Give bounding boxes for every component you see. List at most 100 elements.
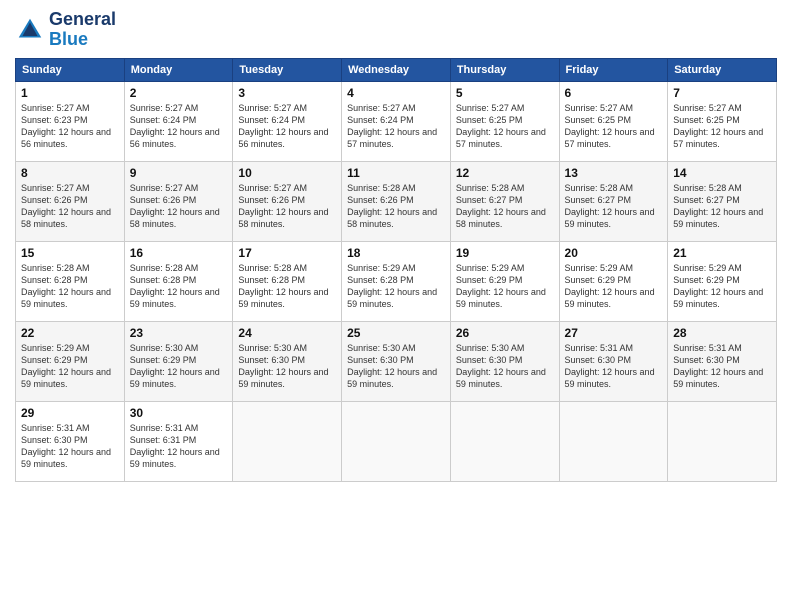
day-info: Sunrise: 5:30 AM Sunset: 6:29 PM Dayligh… [130, 342, 228, 391]
calendar-cell: 26 Sunrise: 5:30 AM Sunset: 6:30 PM Dayl… [450, 321, 559, 401]
day-info: Sunrise: 5:27 AM Sunset: 6:25 PM Dayligh… [673, 102, 771, 151]
day-number: 4 [347, 86, 445, 100]
page: General Blue SundayMondayTuesdayWednesda… [0, 0, 792, 612]
calendar-cell: 25 Sunrise: 5:30 AM Sunset: 6:30 PM Dayl… [342, 321, 451, 401]
day-number: 9 [130, 166, 228, 180]
day-number: 20 [565, 246, 663, 260]
day-info: Sunrise: 5:31 AM Sunset: 6:31 PM Dayligh… [130, 422, 228, 471]
logo-icon [15, 15, 45, 45]
day-number: 23 [130, 326, 228, 340]
day-number: 10 [238, 166, 336, 180]
calendar-cell: 16 Sunrise: 5:28 AM Sunset: 6:28 PM Dayl… [124, 241, 233, 321]
calendar-cell: 5 Sunrise: 5:27 AM Sunset: 6:25 PM Dayli… [450, 81, 559, 161]
day-number: 15 [21, 246, 119, 260]
day-number: 19 [456, 246, 554, 260]
day-info: Sunrise: 5:27 AM Sunset: 6:25 PM Dayligh… [565, 102, 663, 151]
calendar-cell [450, 401, 559, 481]
day-info: Sunrise: 5:27 AM Sunset: 6:24 PM Dayligh… [238, 102, 336, 151]
day-number: 30 [130, 406, 228, 420]
day-info: Sunrise: 5:27 AM Sunset: 6:26 PM Dayligh… [238, 182, 336, 231]
day-info: Sunrise: 5:28 AM Sunset: 6:27 PM Dayligh… [565, 182, 663, 231]
day-info: Sunrise: 5:29 AM Sunset: 6:29 PM Dayligh… [565, 262, 663, 311]
calendar-cell: 14 Sunrise: 5:28 AM Sunset: 6:27 PM Dayl… [668, 161, 777, 241]
day-number: 5 [456, 86, 554, 100]
day-number: 2 [130, 86, 228, 100]
calendar-cell: 27 Sunrise: 5:31 AM Sunset: 6:30 PM Dayl… [559, 321, 668, 401]
calendar-cell [342, 401, 451, 481]
calendar-cell: 22 Sunrise: 5:29 AM Sunset: 6:29 PM Dayl… [16, 321, 125, 401]
day-number: 16 [130, 246, 228, 260]
header: General Blue [15, 10, 777, 50]
day-info: Sunrise: 5:30 AM Sunset: 6:30 PM Dayligh… [238, 342, 336, 391]
calendar-cell: 12 Sunrise: 5:28 AM Sunset: 6:27 PM Dayl… [450, 161, 559, 241]
day-number: 12 [456, 166, 554, 180]
calendar-cell: 28 Sunrise: 5:31 AM Sunset: 6:30 PM Dayl… [668, 321, 777, 401]
day-info: Sunrise: 5:30 AM Sunset: 6:30 PM Dayligh… [456, 342, 554, 391]
day-number: 21 [673, 246, 771, 260]
day-info: Sunrise: 5:31 AM Sunset: 6:30 PM Dayligh… [673, 342, 771, 391]
calendar-cell: 29 Sunrise: 5:31 AM Sunset: 6:30 PM Dayl… [16, 401, 125, 481]
calendar-cell: 23 Sunrise: 5:30 AM Sunset: 6:29 PM Dayl… [124, 321, 233, 401]
calendar-cell: 11 Sunrise: 5:28 AM Sunset: 6:26 PM Dayl… [342, 161, 451, 241]
day-number: 14 [673, 166, 771, 180]
calendar-cell: 30 Sunrise: 5:31 AM Sunset: 6:31 PM Dayl… [124, 401, 233, 481]
weekday-header-monday: Monday [124, 58, 233, 81]
calendar-cell: 8 Sunrise: 5:27 AM Sunset: 6:26 PM Dayli… [16, 161, 125, 241]
day-number: 1 [21, 86, 119, 100]
day-info: Sunrise: 5:29 AM Sunset: 6:29 PM Dayligh… [21, 342, 119, 391]
calendar-cell: 4 Sunrise: 5:27 AM Sunset: 6:24 PM Dayli… [342, 81, 451, 161]
calendar-cell: 18 Sunrise: 5:29 AM Sunset: 6:28 PM Dayl… [342, 241, 451, 321]
weekday-header-sunday: Sunday [16, 58, 125, 81]
calendar-cell: 10 Sunrise: 5:27 AM Sunset: 6:26 PM Dayl… [233, 161, 342, 241]
day-info: Sunrise: 5:30 AM Sunset: 6:30 PM Dayligh… [347, 342, 445, 391]
day-info: Sunrise: 5:28 AM Sunset: 6:28 PM Dayligh… [130, 262, 228, 311]
day-info: Sunrise: 5:28 AM Sunset: 6:28 PM Dayligh… [21, 262, 119, 311]
day-number: 29 [21, 406, 119, 420]
day-info: Sunrise: 5:31 AM Sunset: 6:30 PM Dayligh… [565, 342, 663, 391]
calendar-cell: 6 Sunrise: 5:27 AM Sunset: 6:25 PM Dayli… [559, 81, 668, 161]
day-info: Sunrise: 5:28 AM Sunset: 6:26 PM Dayligh… [347, 182, 445, 231]
calendar-cell [233, 401, 342, 481]
weekday-header-saturday: Saturday [668, 58, 777, 81]
day-info: Sunrise: 5:29 AM Sunset: 6:29 PM Dayligh… [456, 262, 554, 311]
day-number: 13 [565, 166, 663, 180]
calendar-cell: 9 Sunrise: 5:27 AM Sunset: 6:26 PM Dayli… [124, 161, 233, 241]
logo: General Blue [15, 10, 116, 50]
day-info: Sunrise: 5:27 AM Sunset: 6:24 PM Dayligh… [130, 102, 228, 151]
logo-text: General Blue [49, 10, 116, 50]
day-info: Sunrise: 5:29 AM Sunset: 6:29 PM Dayligh… [673, 262, 771, 311]
calendar-cell [668, 401, 777, 481]
weekday-header-wednesday: Wednesday [342, 58, 451, 81]
day-info: Sunrise: 5:29 AM Sunset: 6:28 PM Dayligh… [347, 262, 445, 311]
day-number: 3 [238, 86, 336, 100]
calendar-cell: 20 Sunrise: 5:29 AM Sunset: 6:29 PM Dayl… [559, 241, 668, 321]
weekday-header-thursday: Thursday [450, 58, 559, 81]
calendar-cell: 7 Sunrise: 5:27 AM Sunset: 6:25 PM Dayli… [668, 81, 777, 161]
day-number: 18 [347, 246, 445, 260]
day-info: Sunrise: 5:27 AM Sunset: 6:26 PM Dayligh… [130, 182, 228, 231]
weekday-header-friday: Friday [559, 58, 668, 81]
day-info: Sunrise: 5:27 AM Sunset: 6:23 PM Dayligh… [21, 102, 119, 151]
calendar-cell: 3 Sunrise: 5:27 AM Sunset: 6:24 PM Dayli… [233, 81, 342, 161]
day-info: Sunrise: 5:27 AM Sunset: 6:24 PM Dayligh… [347, 102, 445, 151]
day-number: 26 [456, 326, 554, 340]
calendar-cell: 15 Sunrise: 5:28 AM Sunset: 6:28 PM Dayl… [16, 241, 125, 321]
calendar-cell: 21 Sunrise: 5:29 AM Sunset: 6:29 PM Dayl… [668, 241, 777, 321]
day-number: 25 [347, 326, 445, 340]
day-info: Sunrise: 5:28 AM Sunset: 6:28 PM Dayligh… [238, 262, 336, 311]
day-info: Sunrise: 5:27 AM Sunset: 6:25 PM Dayligh… [456, 102, 554, 151]
day-number: 11 [347, 166, 445, 180]
day-number: 7 [673, 86, 771, 100]
day-number: 6 [565, 86, 663, 100]
calendar-cell: 13 Sunrise: 5:28 AM Sunset: 6:27 PM Dayl… [559, 161, 668, 241]
day-number: 17 [238, 246, 336, 260]
day-number: 27 [565, 326, 663, 340]
day-info: Sunrise: 5:28 AM Sunset: 6:27 PM Dayligh… [456, 182, 554, 231]
day-number: 8 [21, 166, 119, 180]
day-info: Sunrise: 5:27 AM Sunset: 6:26 PM Dayligh… [21, 182, 119, 231]
day-number: 22 [21, 326, 119, 340]
calendar-cell: 19 Sunrise: 5:29 AM Sunset: 6:29 PM Dayl… [450, 241, 559, 321]
calendar-cell: 17 Sunrise: 5:28 AM Sunset: 6:28 PM Dayl… [233, 241, 342, 321]
calendar-cell: 1 Sunrise: 5:27 AM Sunset: 6:23 PM Dayli… [16, 81, 125, 161]
weekday-header-tuesday: Tuesday [233, 58, 342, 81]
